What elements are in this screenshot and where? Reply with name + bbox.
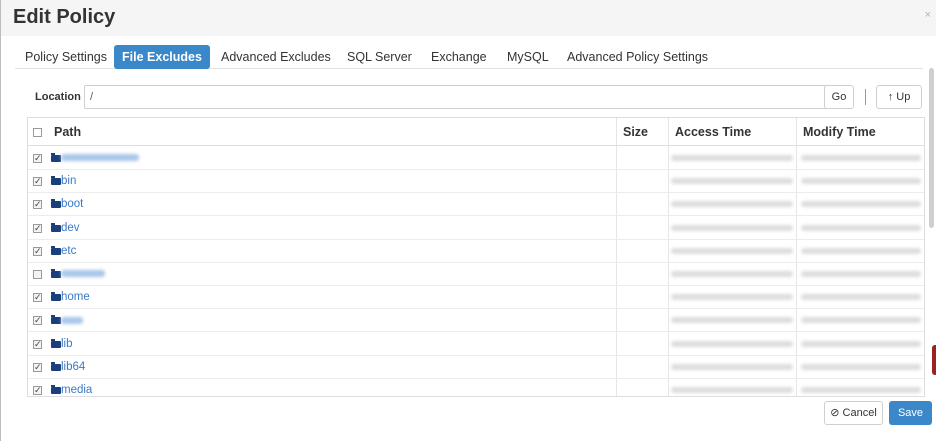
tab-advanced-excludes[interactable]: Advanced Excludes [221,45,333,69]
folder-icon [51,338,61,348]
row-checkbox[interactable]: ✓ [33,293,42,303]
location-bar: Location / Go ↑ Up [27,85,923,110]
access-time-cell [671,317,793,324]
table-row[interactable]: ✓ media [28,379,924,396]
tab-mysql[interactable]: MySQL [507,45,549,69]
row-checkbox[interactable]: ✓ [33,316,42,326]
row-checkbox[interactable]: ✓ [33,386,42,395]
cancel-icon: ⊘ [830,407,840,419]
folder-icon [51,315,61,325]
modify-time-cell [801,224,921,231]
folder-icon [51,222,61,232]
file-name-link[interactable]: media [61,384,92,396]
tab-sql-server[interactable]: SQL Server [347,45,413,69]
access-time-cell [671,363,793,370]
access-time-cell [671,271,793,277]
access-time-cell [671,178,793,185]
access-time-cell [671,294,793,301]
row-checkbox[interactable]: ✓ [33,362,42,372]
row-checkbox[interactable]: ✓ [33,154,42,163]
file-name-link[interactable] [61,314,83,326]
modify-time-cell [801,294,921,301]
table-row[interactable]: ✓ [28,147,924,170]
file-name-link[interactable]: lib [61,338,73,350]
close-icon[interactable]: × [925,9,931,21]
access-time-cell [671,247,793,254]
save-button[interactable]: Save [889,401,932,425]
column-size[interactable]: Size [623,118,648,146]
table-row[interactable]: ✓ home [28,286,924,310]
cancel-button[interactable]: ⊘ Cancel [824,401,883,425]
table-header: Path Size Access Time Modify Time [28,118,924,146]
row-checkbox[interactable]: ✓ [33,223,42,233]
table-row[interactable]: ✓ boot [28,193,924,217]
table-row[interactable]: ✓ dev [28,217,924,240]
modify-time-cell [801,155,921,161]
folder-icon [51,153,61,162]
modify-time-cell [801,247,921,254]
folder-icon [51,269,61,278]
file-name-link[interactable] [61,152,139,164]
column-path[interactable]: Path [54,118,81,146]
file-name-link[interactable]: etc [61,245,76,257]
access-time-cell [671,224,793,231]
folder-icon [51,176,61,186]
tab-exchange[interactable]: Exchange [431,45,489,69]
table-row[interactable] [28,263,924,286]
cancel-label: Cancel [842,407,877,419]
access-time-cell [671,387,793,393]
column-modify-time[interactable]: Modify Time [803,118,876,146]
file-name-link[interactable]: home [61,291,90,303]
file-name-link[interactable]: boot [61,198,83,210]
tab-policy-settings[interactable]: Policy Settings [25,45,115,69]
folder-icon [51,385,61,394]
dialog-header: Edit Policy × [1,0,936,36]
access-time-cell [671,340,793,347]
tab-advanced-policy-settings[interactable]: Advanced Policy Settings [567,45,708,69]
access-time-cell [671,201,793,208]
edit-policy-dialog: Edit Policy × Policy Settings File Exclu… [0,0,936,441]
scrollbar[interactable] [929,68,934,228]
table-row[interactable]: ✓ bin [28,170,924,194]
file-name-link[interactable]: dev [61,222,80,234]
modify-time-cell [801,271,921,277]
folder-icon [51,361,61,371]
row-checkbox[interactable]: ✓ [33,177,42,187]
separator [865,89,866,105]
modify-time-cell [801,387,921,393]
tab-bar: Policy Settings File Excludes Advanced E… [15,45,923,69]
modify-time-cell [801,317,921,324]
folder-icon [51,245,61,255]
table-row[interactable]: ✓ [28,309,924,333]
location-label: Location [35,91,81,103]
dialog-title: Edit Policy [13,6,116,28]
row-checkbox[interactable]: ✓ [33,200,42,210]
side-tab[interactable] [932,345,936,375]
file-name-link[interactable]: lib64 [61,361,85,373]
folder-icon [51,199,61,209]
row-checkbox[interactable]: ✓ [33,246,42,256]
go-button[interactable]: Go [824,85,854,109]
location-input[interactable]: / [84,85,842,109]
table-row[interactable]: ✓ lib64 [28,356,924,379]
modify-time-cell [801,178,921,185]
table-row[interactable]: ✓ etc [28,240,924,263]
row-checkbox[interactable] [33,270,42,279]
tab-file-excludes[interactable]: File Excludes [114,45,210,69]
file-name-link[interactable]: bin [61,175,76,187]
select-all-checkbox[interactable] [33,128,42,137]
modify-time-cell [801,201,921,208]
file-name-link[interactable] [61,268,105,280]
folder-icon [51,292,61,302]
up-button[interactable]: ↑ Up [876,85,922,109]
arrow-up-icon: ↑ [887,91,894,103]
column-access-time[interactable]: Access Time [675,118,751,146]
access-time-cell [671,155,793,161]
modify-time-cell [801,363,921,370]
file-table: Path Size Access Time Modify Time ✓ ✓ bin ✓… [27,117,925,397]
row-checkbox[interactable]: ✓ [33,339,42,349]
up-label: Up [896,91,911,103]
table-row[interactable]: ✓ lib [28,333,924,356]
modify-time-cell [801,340,921,347]
